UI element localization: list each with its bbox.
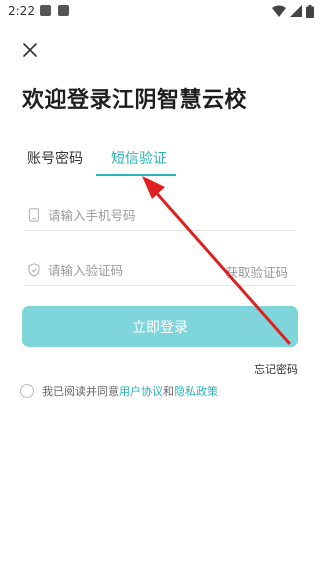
- agreement-prefix: 我已阅读并同意: [42, 385, 119, 398]
- tab-account-password[interactable]: 账号密码: [27, 148, 83, 168]
- user-agreement-link[interactable]: 用户协议: [119, 385, 163, 398]
- notification-icon: [58, 5, 69, 16]
- agreement-text: 我已阅读并同意用户协议和隐私政策: [42, 383, 218, 399]
- shield-icon: [28, 263, 40, 277]
- battery-icon: [306, 4, 314, 18]
- phone-input[interactable]: [48, 202, 238, 228]
- verification-code-input[interactable]: [48, 257, 238, 283]
- privacy-policy-link[interactable]: 隐私政策: [174, 385, 218, 398]
- page-title: 欢迎登录江阴智慧云校: [22, 88, 248, 113]
- agreement-row: 我已阅读并同意用户协议和隐私政策: [20, 383, 218, 399]
- status-time: 2:22: [8, 4, 35, 18]
- login-button[interactable]: 立即登录: [22, 306, 298, 347]
- notification-icon: [40, 5, 51, 16]
- phone-icon: [28, 208, 40, 222]
- get-code-button[interactable]: 获取验证码: [225, 262, 288, 281]
- close-button[interactable]: [18, 38, 42, 62]
- signal-icon: [290, 5, 302, 17]
- active-tab-indicator: [96, 174, 176, 176]
- wifi-icon: [272, 5, 286, 17]
- verification-code-field: 获取验证码: [24, 257, 296, 286]
- status-icons: [272, 4, 314, 18]
- status-bar: 2:22: [0, 0, 320, 24]
- agreement-checkbox[interactable]: [20, 384, 34, 398]
- agreement-and: 和: [163, 385, 174, 398]
- forgot-password-link[interactable]: 忘记密码: [254, 361, 298, 377]
- close-icon: [23, 43, 37, 57]
- tab-sms-verification[interactable]: 短信验证: [111, 148, 167, 168]
- phone-field: [24, 202, 296, 231]
